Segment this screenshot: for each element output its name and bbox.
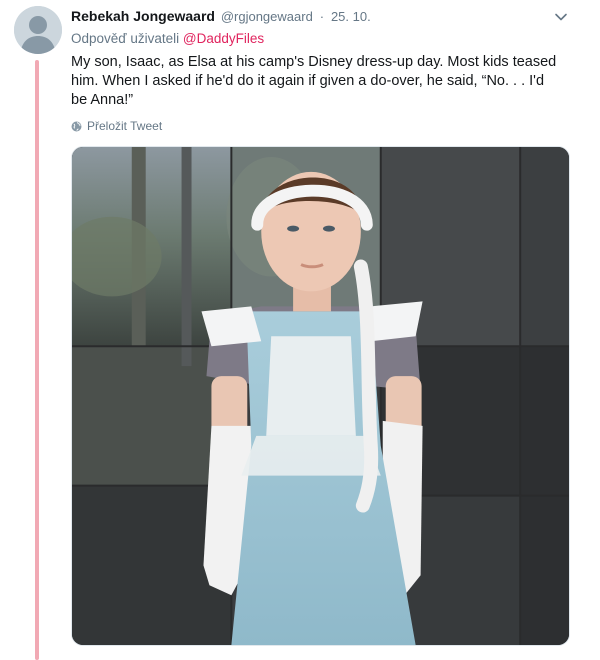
tweet-header: Rebekah Jongewaard @rgjongewaard · 25. 1… (71, 6, 371, 26)
author-handle[interactable]: @rgjongewaard (221, 9, 313, 24)
more-options-button[interactable] (552, 8, 570, 26)
tweet-date[interactable]: 25. 10. (331, 9, 371, 24)
reply-prefix: Odpověď uživateli (71, 31, 180, 46)
thread-line (35, 60, 39, 660)
translate-label: Přeložit Tweet (87, 119, 163, 133)
translate-tweet-link[interactable]: Přeložit Tweet (71, 117, 162, 135)
globe-icon (71, 121, 82, 132)
tweet-text: My son, Isaac, as Elsa at his camp's Dis… (71, 54, 557, 108)
chevron-down-icon (555, 13, 567, 21)
avatar[interactable] (14, 6, 62, 54)
reply-mention-link[interactable]: @DaddyFiles (183, 31, 264, 46)
author-name[interactable]: Rebekah Jongewaard (71, 8, 215, 24)
photo-boy-in-elsa-costume (72, 147, 569, 645)
default-avatar-icon (14, 6, 62, 54)
separator-dot: · (319, 9, 325, 24)
tweet-photo[interactable] (71, 146, 570, 646)
tweet[interactable]: Rebekah Jongewaard @rgjongewaard · 25. 1… (0, 0, 600, 660)
reply-context: Odpověď uživateli @DaddyFiles (71, 30, 264, 48)
